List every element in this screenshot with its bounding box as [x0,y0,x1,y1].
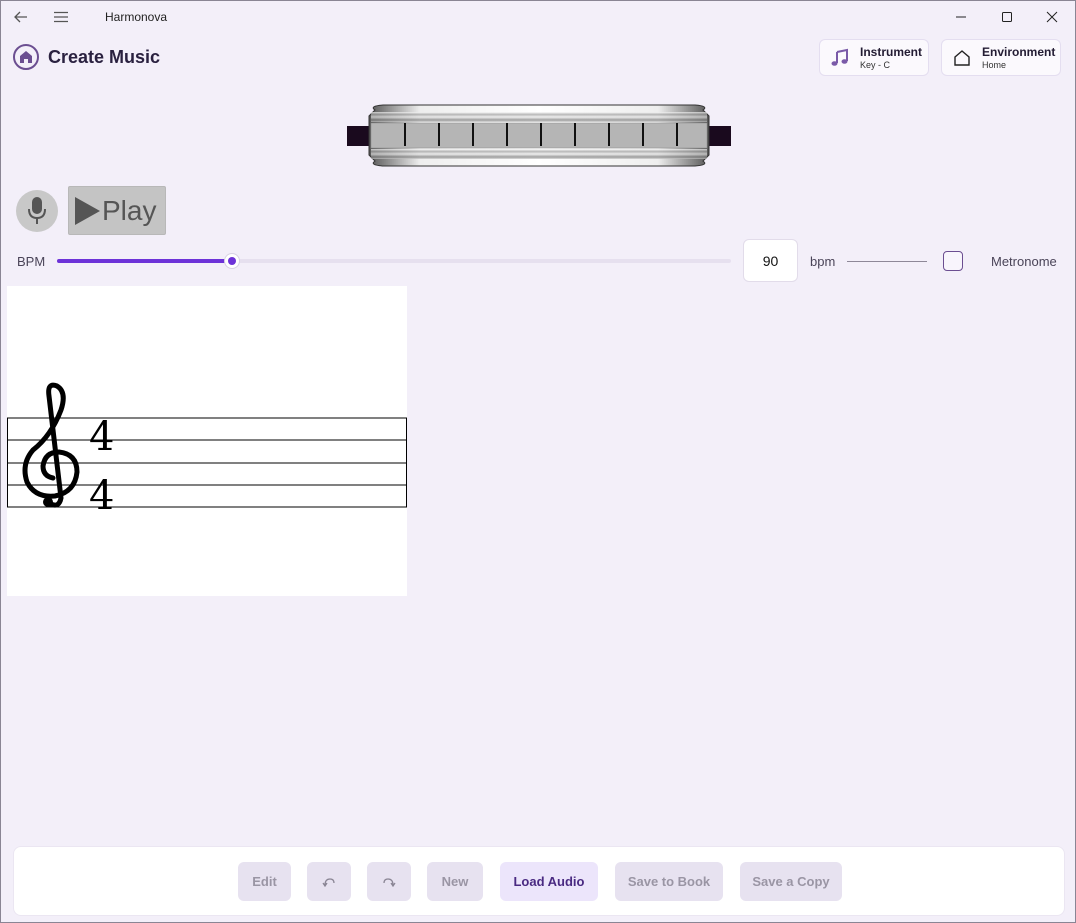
back-arrow-icon [14,11,27,23]
metronome-checkbox[interactable] [943,251,963,271]
microphone-button[interactable] [16,190,58,232]
instrument-button[interactable]: Instrument Key - C [819,39,929,76]
title-bar: Harmonova [1,1,1075,33]
undo-button[interactable] [307,862,351,901]
page-title: Create Music [48,46,161,67]
play-label: Play [102,194,157,226]
treble-clef-icon [22,382,80,508]
bpm-slider[interactable] [57,253,731,269]
save-to-book-button[interactable]: Save to Book [615,862,723,901]
play-icon [75,196,100,225]
edit-button[interactable]: Edit [238,862,291,901]
minimize-button[interactable] [938,1,984,33]
harmonica-image[interactable] [347,104,731,167]
music-note-icon [831,48,848,66]
undo-icon [322,877,335,887]
instrument-key: Key - C [860,59,891,70]
house-icon [954,49,970,66]
microphone-icon [28,197,46,224]
environment-title: Environment [982,44,1056,59]
bpm-slider-fill [57,259,233,263]
redo-icon [383,877,396,887]
close-icon [1046,11,1058,23]
time-signature-bottom: 4 [89,473,114,519]
bpm-label: BPM [17,254,46,269]
maximize-button[interactable] [984,1,1030,33]
divider [847,261,927,262]
music-score[interactable]: 4 4 [7,286,407,596]
save-copy-button[interactable]: Save a Copy [740,862,842,901]
close-button[interactable] [1029,1,1075,33]
instrument-title: Instrument [860,44,923,59]
page-header: Create Music [13,44,160,70]
app-title: Harmonova [105,10,168,24]
bpm-input[interactable]: 90 [743,239,798,282]
maximize-icon [1002,12,1012,22]
redo-button[interactable] [367,862,411,901]
menu-button[interactable] [41,1,81,33]
hamburger-icon [54,11,68,23]
time-signature-top: 4 [89,414,114,460]
home-button[interactable] [13,44,39,70]
new-button[interactable]: New [427,862,483,901]
environment-value: Home [982,59,1007,70]
bpm-unit-label: bpm [810,254,836,269]
load-audio-button[interactable]: Load Audio [500,862,598,901]
bottom-toolbar: Edit New Load Audio Save to Book Save a … [13,846,1065,916]
staff: 4 4 [7,382,407,519]
home-icon [20,51,32,63]
play-button[interactable]: Play [68,186,166,235]
metronome-label: Metronome [991,254,1057,269]
back-button[interactable] [1,1,41,33]
minimize-icon [956,16,966,18]
bpm-slider-thumb[interactable] [224,253,241,269]
environment-button[interactable]: Environment Home [941,39,1061,76]
